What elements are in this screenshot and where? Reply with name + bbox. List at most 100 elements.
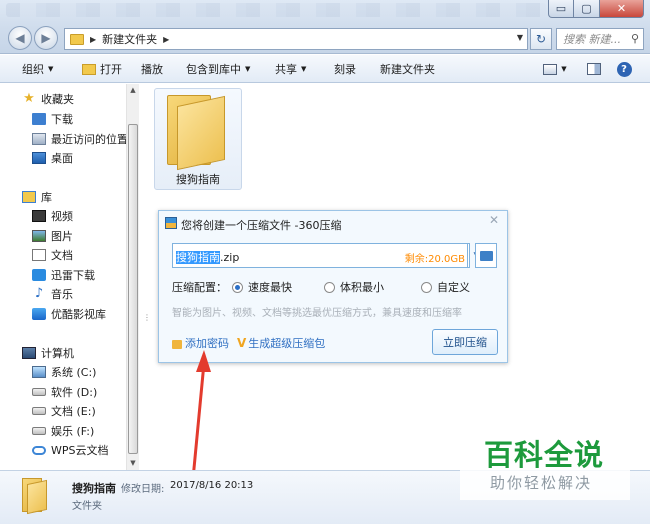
nav-label: 图片 [51, 230, 73, 243]
search-placeholder: 搜索 新建... [563, 33, 621, 46]
music-library-icon: ♪ [34, 286, 44, 301]
chevron-down-icon: ▼ [48, 65, 54, 73]
chevron-down-icon: ▼ [561, 65, 567, 73]
nav-label: 桌面 [51, 152, 73, 165]
address-dropdown-icon[interactable]: ▼ [517, 33, 523, 42]
nav-item-recent-places[interactable]: 最近访问的位置 [32, 130, 128, 148]
nav-item-documents[interactable]: 文档 [32, 246, 73, 264]
forward-button[interactable]: ▶ [34, 26, 58, 50]
scroll-thumb[interactable] [128, 124, 138, 454]
browse-folder-button[interactable] [475, 243, 497, 268]
selected-name: 搜狗指南 [176, 251, 220, 264]
free-space: 剩余:20.0GB [404, 254, 465, 265]
nav-libraries[interactable]: 库 [22, 188, 52, 206]
close-button[interactable]: ✕ [600, 0, 644, 18]
folder-item[interactable]: 搜狗指南 [154, 88, 242, 190]
burn-button[interactable]: 刻录 [334, 61, 356, 77]
option-fastest[interactable]: 速度最快 [232, 279, 292, 295]
drive-icon [32, 427, 46, 435]
add-password-link[interactable]: 添加密码 [172, 335, 229, 351]
video-library-icon [32, 210, 46, 222]
breadcrumb-separator-icon[interactable]: ▶ [90, 35, 96, 44]
command-bar: 组织 ▼ 打开 播放 包含到库中 ▼ 共享 ▼ 刻录 新建文件夹 ▼ ? [0, 55, 650, 83]
detail-type: 文件夹 [72, 501, 102, 512]
nav-item-music[interactable]: ♪ 音乐 [32, 285, 73, 303]
nav-label: WPS云文档 [51, 444, 109, 457]
nav-item-pictures[interactable]: 图片 [32, 227, 73, 245]
minimize-button[interactable]: ▭ [548, 0, 574, 18]
new-folder-button[interactable]: 新建文件夹 [380, 61, 435, 77]
open-label: 打开 [100, 63, 122, 76]
nav-item-wps-cloud[interactable]: WPS云文档 [32, 441, 109, 459]
include-label: 包含到库中 [186, 63, 241, 76]
window-controls: ▭ ▢ ✕ [548, 0, 644, 18]
view-icon [543, 63, 558, 75]
radio-icon[interactable] [324, 281, 335, 293]
360-compress-icon [165, 217, 177, 229]
nav-item-videos[interactable]: 视频 [32, 207, 73, 225]
nav-item-drive-c[interactable]: 系统 (C:) [32, 363, 96, 381]
organize-label: 组织 [22, 63, 44, 76]
breadcrumb-new-folder[interactable]: 新建文件夹 [102, 31, 157, 47]
chevron-down-icon: ▼ [245, 65, 251, 73]
share-menu[interactable]: 共享 ▼ [275, 61, 306, 77]
nav-favorites[interactable]: ★ 收藏夹 [22, 90, 74, 108]
nav-item-xunlei[interactable]: 迅雷下载 [32, 266, 95, 284]
burn-label: 刻录 [334, 63, 356, 76]
scroll-up-icon[interactable]: ▲ [127, 84, 139, 97]
refresh-icon: ↻ [535, 32, 547, 46]
compress-now-button[interactable]: 立即压缩 [432, 329, 498, 355]
share-label: 共享 [275, 63, 297, 76]
nav-item-downloads[interactable]: 下载 [32, 110, 73, 128]
library-icon [22, 191, 36, 203]
nav-item-drive-d[interactable]: 软件 (D:) [32, 383, 97, 401]
super-compress-link[interactable]: V 生成超级压缩包 [237, 335, 325, 351]
radio-selected-icon[interactable] [232, 281, 243, 293]
view-options-button[interactable]: ▼ [540, 60, 570, 78]
maximize-button[interactable]: ▢ [574, 0, 600, 18]
folder-icon [22, 478, 48, 515]
archive-name-input[interactable]: 搜狗指南.zip 剩余:20.0GB ▼ [172, 243, 480, 268]
modified-date: 2017/8/16 20:13 [170, 480, 254, 491]
breadcrumb-separator-icon[interactable]: ▶ [163, 35, 169, 44]
xunlei-icon [32, 269, 46, 281]
address-bar[interactable]: ▶ 新建文件夹 ▶ ▼ [64, 28, 528, 50]
archive-name-text: 搜狗指南.zip [176, 249, 239, 265]
open-button[interactable]: 打开 [82, 61, 122, 77]
option-smallest[interactable]: 体积最小 [324, 279, 384, 295]
picture-library-icon [32, 230, 46, 242]
nav-computer[interactable]: 计算机 [22, 344, 74, 362]
back-button[interactable]: ◀ [8, 26, 32, 50]
scroll-down-icon[interactable]: ▼ [127, 457, 139, 470]
nav-label: 下载 [51, 113, 73, 126]
search-input[interactable]: 搜索 新建... ⚲ [556, 28, 644, 50]
include-in-library-menu[interactable]: 包含到库中 ▼ [186, 61, 250, 77]
open-folder-icon [82, 63, 96, 75]
document-library-icon [32, 249, 46, 261]
chevron-down-icon: ▼ [301, 65, 307, 73]
option-custom[interactable]: 自定义 [421, 279, 470, 295]
radio-icon[interactable] [421, 281, 432, 293]
refresh-button[interactable]: ↻ [530, 28, 552, 50]
nav-item-youku[interactable]: 优酷影视库 [32, 305, 106, 323]
nav-label: 收藏夹 [41, 93, 74, 106]
nav-label: 文档 (E:) [51, 405, 96, 418]
watermark-title: 百科全说 [484, 438, 605, 472]
folder-icon [479, 250, 493, 261]
help-button[interactable]: ? [614, 60, 634, 78]
search-icon[interactable]: ⚲ [631, 32, 639, 45]
play-button[interactable]: 播放 [141, 61, 163, 77]
preview-pane-button[interactable] [584, 60, 604, 78]
nav-scrollbar[interactable]: ▲ ▼ [126, 84, 139, 470]
nav-item-desktop[interactable]: 桌面 [32, 149, 73, 167]
pane-splitter[interactable]: ⋮ [139, 84, 151, 470]
nav-label: 最近访问的位置 [51, 133, 128, 146]
nav-item-drive-f[interactable]: 娱乐 (F:) [32, 422, 94, 440]
dialog-title: 您将创建一个压缩文件 -360压缩 [181, 219, 342, 232]
lock-icon [172, 339, 182, 349]
new-folder-label: 新建文件夹 [380, 63, 435, 76]
nav-item-drive-e[interactable]: 文档 (E:) [32, 402, 96, 420]
organize-menu[interactable]: 组织 ▼ [22, 61, 53, 77]
nav-label: 优酷影视库 [51, 308, 106, 321]
dialog-close-icon[interactable]: ✕ [489, 213, 499, 227]
